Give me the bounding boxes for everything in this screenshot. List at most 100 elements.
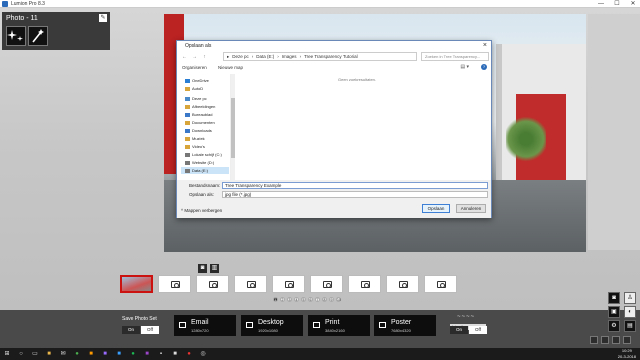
save-button[interactable]: Opslaan bbox=[422, 204, 450, 213]
nav-item-videos[interactable]: Video's bbox=[185, 143, 205, 150]
onenote-icon[interactable]: ■ bbox=[143, 350, 151, 358]
computer-icon bbox=[185, 96, 190, 101]
photo-slot[interactable] bbox=[158, 275, 191, 293]
nav-item-drive-d[interactable]: Website (D:) bbox=[185, 159, 214, 166]
savetype-select[interactable]: jpg file (*.jpg) bbox=[222, 191, 488, 198]
lumion-taskbar-icon[interactable]: ● bbox=[185, 350, 193, 358]
breadcrumb-item[interactable]: Images bbox=[282, 54, 297, 59]
premiere-icon[interactable]: ■ bbox=[101, 350, 109, 358]
render-print-button[interactable]: Print 3840x2160 bbox=[308, 315, 370, 336]
windows-start-icon[interactable]: ⊞ bbox=[3, 350, 11, 358]
dialog-title: Opslaan als bbox=[185, 43, 212, 49]
taskbar-clock[interactable]: 10:29 20-3-2018 bbox=[618, 348, 636, 360]
view-options-icon[interactable]: ▤ ▾ bbox=[460, 64, 469, 70]
settings-icon[interactable]: ⚙ bbox=[608, 320, 620, 332]
play-icon[interactable] bbox=[590, 336, 598, 344]
breadcrumb[interactable]: ▸ Deze pc › Data (E:) › Images › Tree Tr… bbox=[223, 52, 417, 61]
nav-item-autod[interactable]: AutoD bbox=[185, 85, 203, 92]
nav-item-music[interactable]: Muziek bbox=[185, 135, 205, 142]
photo-slot[interactable] bbox=[196, 275, 229, 293]
close-button[interactable]: ✕ bbox=[628, 0, 638, 8]
clock-date: 20-3-2018 bbox=[617, 354, 636, 359]
hide-folders-toggle[interactable]: ^ Mappen verbergen bbox=[181, 208, 222, 213]
nav-item-this-pc[interactable]: Deze pc bbox=[185, 95, 207, 102]
camera-icon[interactable]: ◙ bbox=[198, 264, 207, 273]
info-icon[interactable] bbox=[601, 336, 609, 344]
walk-mode-icon[interactable]: ♙ bbox=[624, 292, 636, 304]
page-dot[interactable]: 7 bbox=[315, 297, 320, 302]
page-dot[interactable]: 4 bbox=[294, 297, 299, 302]
photoshop-icon[interactable]: ■ bbox=[115, 350, 123, 358]
breadcrumb-item[interactable]: Data (E:) bbox=[256, 54, 274, 59]
help-icon[interactable] bbox=[612, 336, 620, 344]
render-desktop-button[interactable]: Desktop 1920x1080 bbox=[241, 315, 303, 336]
exit-icon[interactable] bbox=[623, 336, 631, 344]
nav-item-drive-c[interactable]: Lokale schijf (C:) bbox=[185, 151, 222, 158]
app-icon[interactable]: ◎ bbox=[199, 350, 207, 358]
intensity-off-toggle[interactable]: Off bbox=[469, 326, 487, 334]
export-icon[interactable]: ▤ bbox=[624, 320, 636, 332]
intensity-on-toggle[interactable]: On bbox=[450, 326, 468, 334]
nav-item-documents[interactable]: Documenten bbox=[185, 119, 215, 126]
page-dot[interactable]: 1 bbox=[273, 297, 278, 302]
terminal-icon[interactable]: ▪ bbox=[157, 350, 165, 358]
render-poster-button[interactable]: Poster 7680x4320 bbox=[374, 315, 436, 336]
mail-icon[interactable]: ✉ bbox=[59, 350, 67, 358]
panorama-mode-icon[interactable]: ◐ bbox=[624, 306, 636, 318]
photo-slot[interactable] bbox=[120, 275, 153, 293]
scroll-thumb[interactable] bbox=[231, 98, 235, 158]
page-dot[interactable]: 9 bbox=[329, 297, 334, 302]
illustrator-icon[interactable]: ■ bbox=[87, 350, 95, 358]
breadcrumb-item[interactable]: Tree Transparency Tutorial bbox=[304, 54, 358, 59]
lumion-app-icon bbox=[2, 1, 8, 7]
breadcrumb-item[interactable]: Deze pc bbox=[232, 54, 249, 59]
forward-arrow-icon[interactable]: → bbox=[191, 54, 198, 60]
photo-slot[interactable] bbox=[348, 275, 381, 293]
render-email-button[interactable]: Email 1280x720 bbox=[174, 315, 236, 336]
nav-item-drive-e[interactable]: Data (E:) bbox=[181, 167, 229, 174]
dialog-close-icon[interactable]: × bbox=[483, 42, 487, 49]
page-dot[interactable]: 6 bbox=[308, 297, 313, 302]
maximize-button[interactable]: ☐ bbox=[612, 0, 622, 8]
photo-set-on-toggle[interactable]: On bbox=[122, 326, 140, 334]
photo-slot[interactable] bbox=[272, 275, 305, 293]
help-icon[interactable]: ? bbox=[481, 64, 487, 70]
effect-stack-button[interactable] bbox=[28, 26, 48, 46]
search-icon[interactable]: ○ bbox=[17, 350, 25, 358]
filename-input[interactable]: Tree Transparency Example bbox=[222, 182, 488, 189]
page-dot[interactable]: 5 bbox=[301, 297, 306, 302]
page-dot[interactable]: 10 bbox=[336, 297, 341, 302]
new-folder-button[interactable]: Nieuwe map bbox=[218, 65, 243, 70]
search-input[interactable]: Zoeken in Tree Transparency... bbox=[421, 52, 489, 61]
add-effect-button[interactable] bbox=[6, 26, 26, 46]
page-dot[interactable]: 8 bbox=[322, 297, 327, 302]
photo-slot[interactable] bbox=[234, 275, 267, 293]
dialog-footer: Bestandsnaam: Tree Transparency Example … bbox=[177, 180, 491, 218]
photo-slot[interactable] bbox=[310, 275, 343, 293]
folder-icon bbox=[185, 86, 190, 91]
chrome-icon[interactable]: ● bbox=[73, 350, 81, 358]
nav-item-pictures[interactable]: Afbeeldingen bbox=[185, 103, 215, 110]
minimize-button[interactable]: — bbox=[596, 0, 606, 8]
explorer-icon[interactable]: ■ bbox=[45, 350, 53, 358]
up-arrow-icon[interactable]: ↑ bbox=[201, 54, 208, 60]
photo-slot[interactable] bbox=[424, 275, 457, 293]
photo-mode-icon[interactable]: ◙ bbox=[608, 292, 620, 304]
page-dot[interactable]: 3 bbox=[287, 297, 292, 302]
trash-icon[interactable]: ▥ bbox=[210, 264, 219, 273]
nav-item-desktop[interactable]: Bureaublad bbox=[185, 111, 212, 118]
nav-item-downloads[interactable]: Downloads bbox=[185, 127, 212, 134]
cancel-button[interactable]: Annuleren bbox=[456, 204, 486, 213]
pin-icon[interactable]: ✎ bbox=[99, 14, 107, 22]
page-dot[interactable]: 2 bbox=[280, 297, 285, 302]
back-arrow-icon[interactable]: ← bbox=[181, 54, 188, 60]
empty-results-message: Geen zoekresultaten. bbox=[337, 77, 377, 82]
movie-mode-icon[interactable]: ▣ bbox=[608, 306, 620, 318]
nav-item-onedrive[interactable]: OneDrive bbox=[185, 77, 209, 84]
task-view-icon[interactable]: ▭ bbox=[31, 350, 39, 358]
photo-set-off-toggle[interactable]: Off bbox=[141, 326, 159, 334]
spotify-icon[interactable]: ● bbox=[129, 350, 137, 358]
organize-menu[interactable]: Organiseren bbox=[182, 65, 207, 70]
app-icon[interactable]: ■ bbox=[171, 350, 179, 358]
photo-slot[interactable] bbox=[386, 275, 419, 293]
